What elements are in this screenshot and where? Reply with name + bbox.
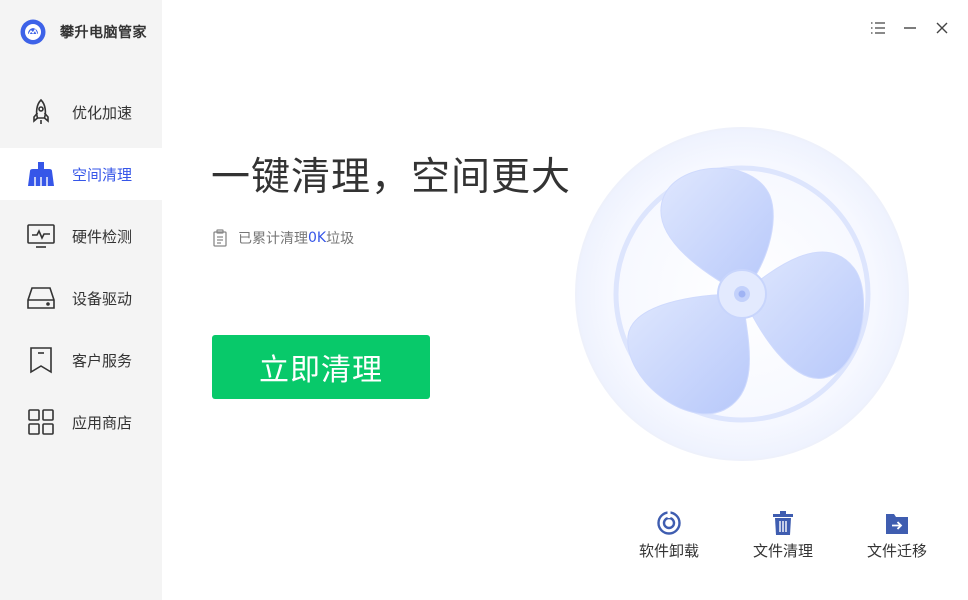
sidebar-item-label: 硬件检测 [72, 227, 133, 246]
sidebar-item-space-clean[interactable]: 空间清理 [0, 148, 162, 200]
sidebar-item-label: 应用商店 [72, 413, 133, 432]
monitor-icon [26, 221, 56, 251]
sidebar-item-label: 客户服务 [72, 351, 133, 370]
sidebar-item-optimize[interactable]: 优化加速 [0, 86, 162, 138]
app-name: 攀升电脑管家 [60, 25, 147, 41]
stat-value: 0K [308, 230, 327, 246]
sidebar-item-service[interactable]: 客户服务 [0, 334, 162, 386]
clipboard-icon [213, 229, 227, 247]
window-controls [856, 18, 952, 38]
clean-now-button[interactable]: 立即清理 [212, 335, 430, 399]
trash-icon [773, 511, 793, 535]
broom-icon [26, 159, 56, 189]
sidebar-item-app-store[interactable]: 应用商店 [0, 396, 162, 448]
sidebar-item-hardware[interactable]: 硬件检测 [0, 210, 162, 262]
close-icon[interactable] [932, 18, 952, 38]
sidebar-item-label: 设备驱动 [72, 289, 133, 308]
hard-drive-icon [26, 283, 56, 313]
rocket-icon [26, 97, 56, 127]
tool-label: 文件清理 [752, 542, 813, 560]
stat-prefix: 已累计清理 [238, 231, 308, 247]
fan-illustration [575, 127, 909, 461]
tool-file-clean[interactable]: 文件清理 [726, 510, 840, 561]
uninstall-icon [657, 511, 681, 535]
menu-icon[interactable] [868, 18, 888, 38]
tools-bar: 软件卸载 文件清理 文件迁移 [612, 510, 954, 561]
brand: 攀升电脑管家 [20, 18, 147, 46]
tool-label: 文件迁移 [866, 542, 927, 560]
sidebar-item-label: 优化加速 [72, 103, 133, 122]
app-logo-icon [20, 19, 46, 45]
stat-suffix: 垃圾 [326, 231, 355, 247]
sidebar: 攀升电脑管家 优化加速 空间清理 硬件检测 设备驱动 客户服务 应用商店 [0, 0, 162, 600]
tool-label: 软件卸载 [638, 542, 699, 560]
sidebar-item-label: 空间清理 [72, 165, 133, 184]
tool-file-migrate[interactable]: 文件迁移 [840, 510, 954, 561]
minimize-icon[interactable] [900, 18, 920, 38]
app-grid-icon [26, 407, 56, 437]
tool-uninstall[interactable]: 软件卸载 [612, 510, 726, 561]
bookmark-icon [26, 345, 56, 375]
folder-migrate-icon [886, 514, 908, 534]
sidebar-nav: 优化加速 空间清理 硬件检测 设备驱动 客户服务 应用商店 [0, 86, 162, 458]
cleaned-stat: 已累计清理 0K 垃圾 [212, 228, 354, 248]
page-title: 一键清理，空间更大 [211, 155, 572, 200]
sidebar-item-driver[interactable]: 设备驱动 [0, 272, 162, 324]
